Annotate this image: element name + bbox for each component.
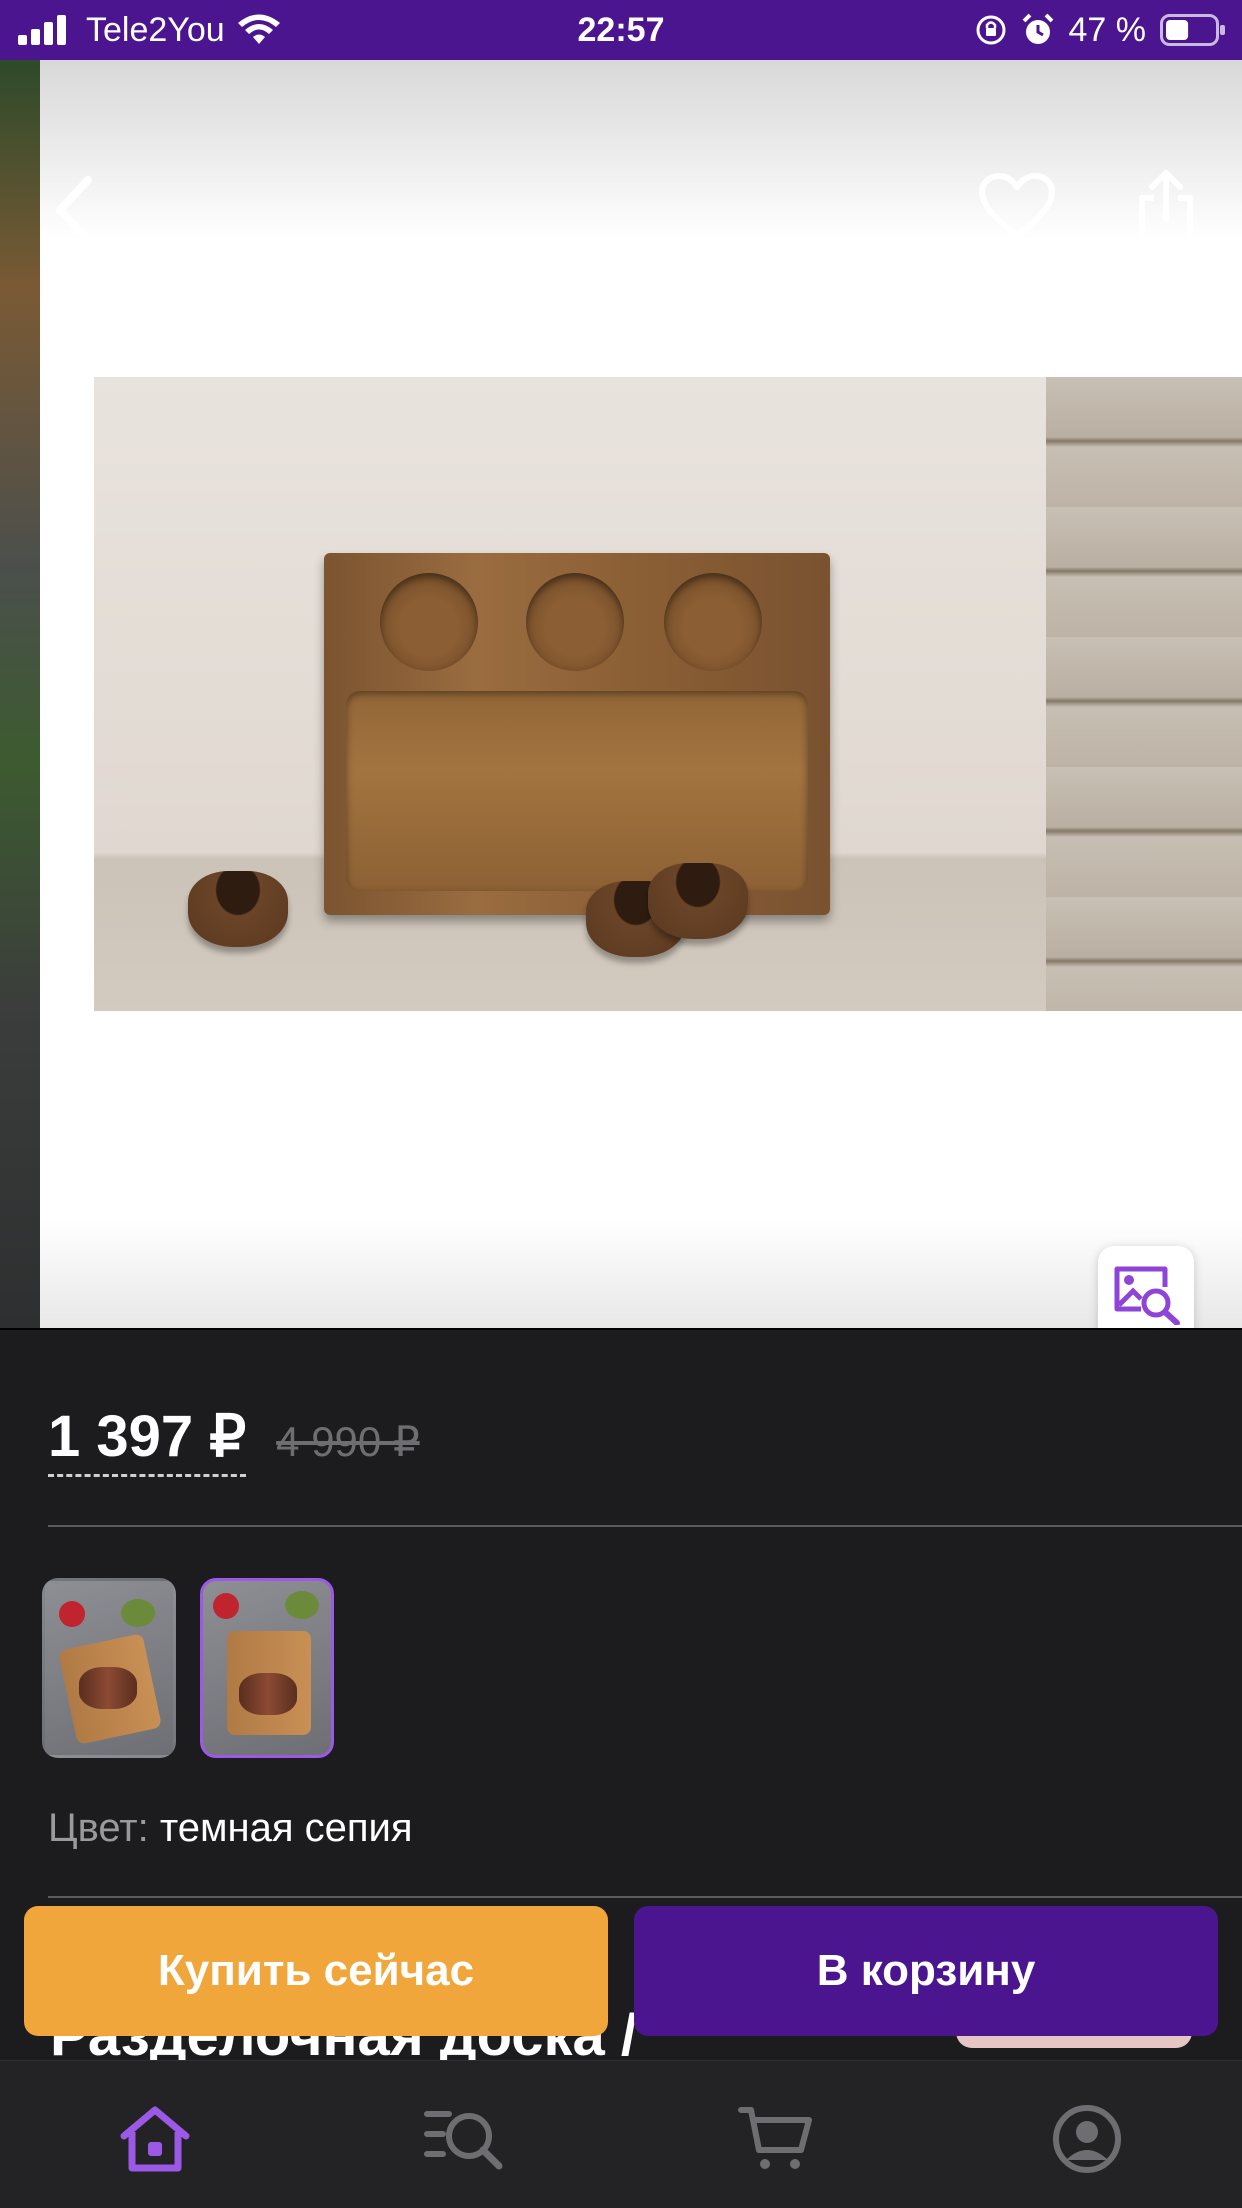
photo-bowl bbox=[188, 871, 288, 947]
color-row: Цвет: темная сепия bbox=[48, 1806, 413, 1851]
photo-board bbox=[324, 553, 830, 915]
profile-icon bbox=[1053, 2105, 1121, 2173]
chevron-left-icon bbox=[56, 176, 92, 244]
variant-thumbnail-1[interactable] bbox=[42, 1578, 176, 1758]
thumbnail-herbs bbox=[121, 1599, 155, 1627]
battery-icon bbox=[1160, 14, 1225, 46]
status-bar: Tele2You 22:57 47 % bbox=[0, 0, 1242, 60]
old-price: 4 990 ₽ bbox=[276, 1418, 420, 1465]
tab-catalog[interactable] bbox=[420, 2101, 510, 2177]
photo-board-hole bbox=[664, 573, 762, 671]
variant-thumbnail-2[interactable] bbox=[200, 1578, 334, 1758]
tab-home[interactable] bbox=[110, 2101, 200, 2177]
tab-bar bbox=[0, 2060, 1242, 2208]
photo-board-hole bbox=[380, 573, 478, 671]
battery-percent: 47 % bbox=[1068, 10, 1147, 49]
current-price[interactable]: 1 397 ₽ bbox=[48, 1402, 247, 1477]
alarm-icon bbox=[1022, 13, 1053, 44]
tab-cart[interactable] bbox=[732, 2101, 822, 2177]
bottom-fade bbox=[40, 1220, 1242, 1330]
signal-icon bbox=[18, 15, 66, 45]
visual-search-button[interactable] bbox=[1098, 1246, 1194, 1330]
image-search-icon bbox=[1114, 1266, 1180, 1325]
top-fade bbox=[40, 60, 1242, 240]
share-icon bbox=[1139, 170, 1193, 245]
wifi-icon bbox=[237, 14, 280, 44]
photo-board-hole bbox=[526, 573, 624, 671]
favorite-button[interactable] bbox=[978, 172, 1056, 242]
back-button[interactable] bbox=[48, 172, 108, 248]
divider bbox=[48, 1525, 1242, 1527]
variant-thumbnails bbox=[42, 1578, 334, 1758]
thumbnail-tomato bbox=[213, 1593, 239, 1619]
clock: 22:57 bbox=[577, 10, 665, 49]
thumbnail-herbs bbox=[285, 1591, 319, 1619]
tab-profile[interactable] bbox=[1042, 2101, 1132, 2177]
product-photo[interactable] bbox=[94, 377, 1046, 1011]
status-left: Tele2You bbox=[18, 0, 281, 60]
divider bbox=[0, 1328, 1242, 1330]
next-photo-peek[interactable] bbox=[1046, 377, 1242, 1011]
carrier-name: Tele2You bbox=[86, 10, 225, 49]
share-button[interactable] bbox=[1134, 168, 1198, 248]
photo-bowl bbox=[648, 863, 748, 939]
previous-photo-peek bbox=[0, 60, 40, 1330]
thumbnail-steak bbox=[239, 1673, 297, 1715]
price-row: 1 397 ₽ 4 990 ₽ bbox=[48, 1402, 420, 1477]
color-label: Цвет: bbox=[48, 1806, 149, 1850]
heart-icon bbox=[979, 173, 1055, 239]
add-to-cart-button[interactable]: В корзину bbox=[634, 1906, 1218, 2036]
catalog-search-icon bbox=[424, 2111, 503, 2170]
color-value: темная сепия bbox=[159, 1806, 413, 1850]
photo-board-well bbox=[346, 691, 808, 891]
status-right: 47 % bbox=[975, 0, 1227, 60]
divider bbox=[48, 1896, 1242, 1898]
orientation-lock-icon bbox=[976, 15, 1005, 45]
product-screen: Tele2You 22:57 47 % 1 397 ₽ 4 990 ₽ Цвет… bbox=[0, 0, 1242, 2208]
cart-icon bbox=[738, 2107, 812, 2169]
product-gallery[interactable] bbox=[0, 60, 1242, 1330]
home-icon bbox=[120, 2106, 190, 2172]
thumbnail-steak bbox=[79, 1667, 137, 1709]
buy-now-button[interactable]: Купить сейчас bbox=[24, 1906, 608, 2036]
thumbnail-tomato bbox=[59, 1601, 85, 1627]
